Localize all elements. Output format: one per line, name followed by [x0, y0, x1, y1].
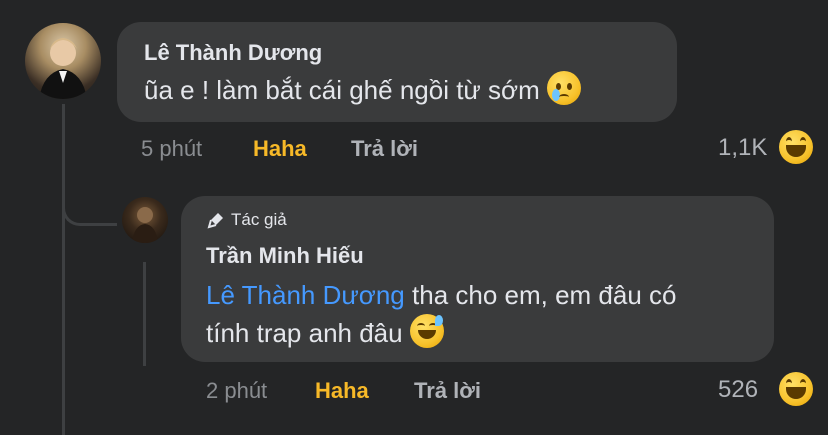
reply-avatar[interactable] [122, 197, 168, 243]
reply-author[interactable]: Trần Minh Hiếu [206, 243, 364, 269]
reply-text-part1: tha cho em, em đâu có [404, 280, 677, 310]
comment-author[interactable]: Lê Thành Dương [144, 40, 322, 66]
reply-text-part2: tính trap anh đâu [206, 318, 403, 348]
sweat-smile-icon [409, 314, 444, 348]
thread-line-branch [62, 195, 117, 226]
comment-text-body: ũa e ! làm bắt cái ghế ngồi từ sớm [144, 75, 540, 105]
thread-line-reply [143, 262, 146, 366]
reply-text-line2: tính trap anh đâu [206, 314, 444, 352]
reply-reaction-count[interactable]: 526 [718, 376, 758, 404]
thread-line-main [62, 104, 65, 435]
comment-text: ũa e ! làm bắt cái ghế ngồi từ sớm [144, 71, 581, 109]
reply-reaction-button[interactable]: Haha [315, 378, 369, 404]
laughing-face-icon[interactable] [779, 130, 813, 164]
reply-avatar-image [132, 207, 158, 243]
reply-time[interactable]: 2 phút [206, 378, 267, 404]
comment-reaction-count[interactable]: 1,1K [718, 134, 767, 162]
reply-text-line1: Lê Thành Dương tha cho em, em đâu có [206, 276, 677, 314]
reply-mention-link[interactable]: Lê Thành Dương [206, 280, 405, 310]
author-badge: Tác giả [207, 210, 287, 230]
avatar-image [39, 38, 87, 99]
crying-face-icon [547, 71, 581, 105]
comment-reaction-button[interactable]: Haha [253, 136, 307, 162]
comment-time[interactable]: 5 phút [141, 136, 202, 162]
laughing-face-icon[interactable] [779, 372, 813, 406]
reply-reply-button[interactable]: Trả lời [414, 378, 481, 404]
author-badge-label: Tác giả [231, 210, 287, 229]
microphone-icon [207, 213, 223, 229]
avatar[interactable] [25, 23, 101, 99]
comment-reply-button[interactable]: Trả lời [351, 136, 418, 162]
